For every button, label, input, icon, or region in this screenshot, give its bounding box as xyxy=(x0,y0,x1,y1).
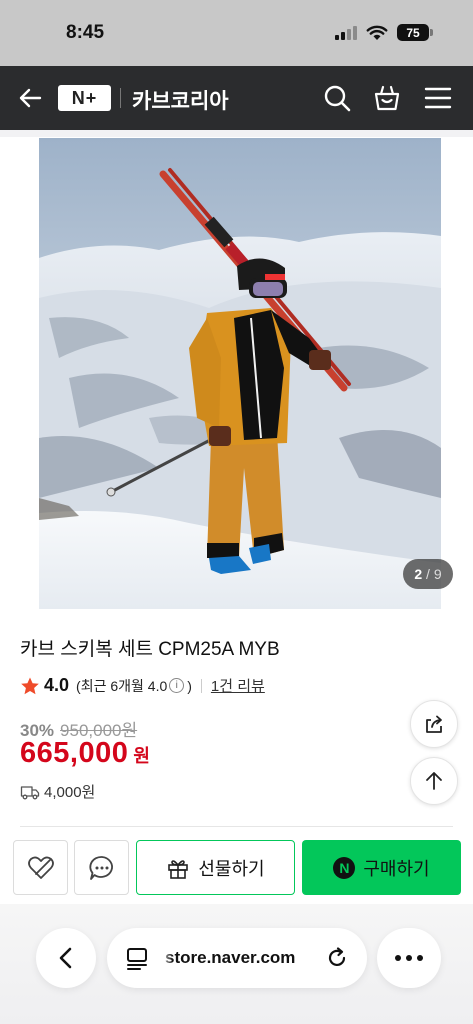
share-button[interactable] xyxy=(410,700,458,748)
talk-talk-button[interactable] xyxy=(74,840,129,895)
price-row: 665,000 원 xyxy=(20,737,150,770)
more-dot-icon xyxy=(406,955,412,961)
url-text: store.naver.com xyxy=(165,948,296,967)
browser-back-button[interactable] xyxy=(36,928,96,988)
recent-rating-close: ) xyxy=(187,677,192,694)
back-arrow-icon[interactable] xyxy=(14,82,46,114)
buy-button[interactable]: N 구매하기 xyxy=(302,840,461,895)
address-bar[interactable]: store.naver.com xyxy=(107,928,367,988)
truck-icon xyxy=(20,785,40,799)
product-title: 카브 스키복 세트 CPM25A MYB xyxy=(20,639,280,660)
price-unit: 원 xyxy=(133,746,150,766)
gift-label: 선물하기 xyxy=(198,858,265,879)
sale-price: 665,000 xyxy=(20,737,129,769)
image-counter-separator: / xyxy=(422,566,434,582)
status-time: 8:45 xyxy=(66,22,105,43)
heart-icon xyxy=(27,856,54,879)
header-divider xyxy=(120,88,121,108)
image-index: 2 xyxy=(414,566,423,582)
buy-label: 구매하기 xyxy=(363,858,430,879)
reload-icon[interactable] xyxy=(325,946,349,970)
more-dot-icon xyxy=(395,955,401,961)
share-icon xyxy=(426,715,442,733)
status-bar: 8:45 75 xyxy=(0,0,473,66)
cellular-signal-icon xyxy=(335,25,357,40)
chevron-left-icon xyxy=(59,947,72,969)
recent-rating-text: (최근 6개월 4.0 xyxy=(76,677,168,694)
info-icon[interactable]: i xyxy=(169,678,185,693)
skier-photo xyxy=(39,138,441,609)
header-gap xyxy=(0,130,473,137)
browser-toolbar: store.naver.com xyxy=(0,904,473,1024)
naver-plus-logo[interactable]: N+ xyxy=(58,85,111,111)
gift-icon xyxy=(168,859,189,879)
battery-icon: 75 xyxy=(397,24,433,41)
shopping-bag-icon[interactable] xyxy=(371,82,403,114)
wishlist-button[interactable] xyxy=(13,840,68,895)
image-total: 9 xyxy=(433,566,442,582)
arrow-up-icon xyxy=(426,772,442,790)
search-icon[interactable] xyxy=(321,82,353,114)
recent-rating: (최근 6개월 4.0 i ) xyxy=(76,676,192,696)
battery-level: 75 xyxy=(406,25,420,40)
product-image[interactable] xyxy=(39,138,441,609)
more-options-button[interactable] xyxy=(377,928,441,988)
shipping-fee: 4,000원 xyxy=(44,784,96,801)
shipping-row: 4,000원 xyxy=(20,781,95,802)
gift-button[interactable]: 선물하기 xyxy=(136,840,295,895)
scroll-top-button[interactable] xyxy=(410,757,458,805)
image-counter: 2 / 9 xyxy=(403,559,453,589)
store-name[interactable]: 카브코리아 xyxy=(132,85,229,115)
star-icon xyxy=(21,677,39,694)
naver-pay-icon: N xyxy=(333,856,356,879)
chat-bubble-icon xyxy=(88,855,113,880)
rating-row: 4.0 (최근 6개월 4.0 i ) 1건 리뷰 xyxy=(20,675,265,696)
rating-divider xyxy=(200,678,202,693)
review-count-link[interactable]: 1건 리뷰 xyxy=(211,675,265,696)
purchase-action-bar: 선물하기 N 구매하기 xyxy=(13,840,461,896)
reader-mode-icon[interactable] xyxy=(125,946,149,970)
wifi-icon xyxy=(366,25,388,40)
top-nav-bar: N+ 카브코리아 xyxy=(0,66,473,130)
hamburger-menu-icon[interactable] xyxy=(422,82,454,114)
section-divider xyxy=(20,826,453,827)
status-icons: 75 xyxy=(335,24,433,41)
rating-score: 4.0 xyxy=(44,675,70,695)
more-dot-icon xyxy=(417,955,423,961)
